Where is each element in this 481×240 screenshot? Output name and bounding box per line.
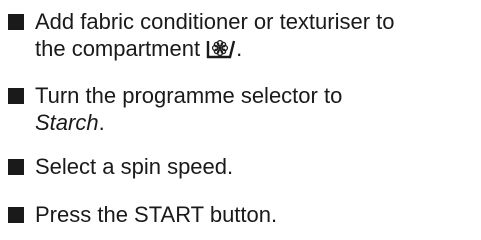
item-text-fragment: . <box>98 110 105 135</box>
item-line: Starch. <box>35 109 481 136</box>
item-text-fragment: . <box>236 36 243 61</box>
list-item-text: Select a spin speed. <box>35 154 234 179</box>
instruction-list: Add fabric conditioner or texturiser to … <box>0 0 481 240</box>
programme-name: Starch <box>35 110 99 135</box>
list-item-text: Turn the programme selector to Starch. <box>35 82 481 136</box>
square-bullet-icon <box>8 159 24 175</box>
item-text-fragment: the compartment <box>35 36 201 61</box>
item-line: Add fabric conditioner or texturiser to <box>35 9 395 34</box>
item-line: the compartment . <box>35 35 481 62</box>
fabric-conditioner-compartment-icon <box>206 39 236 59</box>
square-bullet-icon <box>8 88 24 104</box>
list-item-text: Press the START button. <box>35 202 278 227</box>
square-bullet-icon <box>8 14 24 30</box>
square-bullet-icon <box>8 207 24 223</box>
list-item-text: Add fabric conditioner or texturiser to … <box>35 8 481 62</box>
item-line: Turn the programme selector to <box>35 83 343 108</box>
